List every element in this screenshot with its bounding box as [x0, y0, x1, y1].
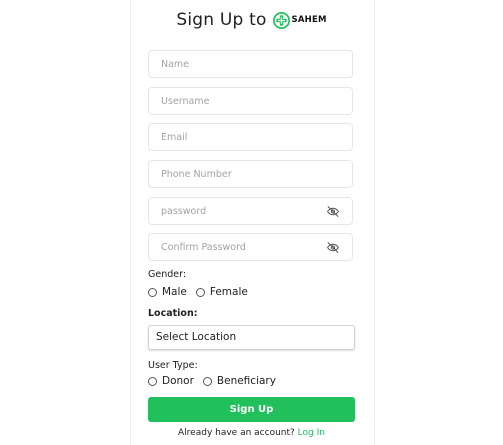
- eye-slash-icon[interactable]: [326, 205, 340, 218]
- radio-circle-icon[interactable]: [148, 376, 157, 386]
- medical-cross-logo-icon: [272, 11, 290, 29]
- user-type-option-label: Beneficiary: [216, 375, 276, 387]
- gender-option-male[interactable]: Male: [148, 286, 187, 298]
- gender-option-label: Male: [162, 286, 187, 298]
- email-field-wrapper: [148, 123, 353, 151]
- signup-header: Sign Up to SAHEM: [130, 10, 373, 30]
- password-field-wrapper: [148, 197, 353, 225]
- sign-up-button[interactable]: Sign Up: [148, 397, 355, 422]
- gender-option-label: Female: [209, 286, 248, 298]
- radio-circle-icon[interactable]: [202, 376, 212, 386]
- user-type-option-label: Donor: [162, 375, 194, 387]
- login-link[interactable]: Log In: [298, 428, 325, 438]
- username-input[interactable]: [161, 88, 321, 114]
- page-title: Sign Up to: [176, 10, 267, 30]
- name-field-wrapper: [148, 50, 353, 78]
- confirm-password-input[interactable]: [161, 234, 321, 260]
- eye-slash-icon[interactable]: [326, 241, 340, 254]
- gender-radio-group: Male Female: [148, 286, 248, 298]
- confirm-password-field-wrapper: [148, 233, 353, 261]
- logo-text: SAHEM: [291, 15, 327, 25]
- email-input[interactable]: [161, 124, 321, 150]
- gender-option-female[interactable]: Female: [195, 286, 248, 298]
- login-prompt-text: Already have an account?: [178, 428, 295, 438]
- gender-label: Gender:: [148, 269, 187, 280]
- login-prompt: Already have an account? Log In: [130, 428, 373, 438]
- user-type-option-beneficiary[interactable]: Beneficiary: [202, 375, 276, 387]
- user-type-radio-group: Donor Beneficiary: [148, 375, 276, 387]
- phone-field-wrapper: [148, 160, 353, 188]
- username-field-wrapper: [148, 87, 353, 115]
- radio-circle-icon[interactable]: [148, 287, 157, 297]
- radio-circle-icon[interactable]: [195, 287, 205, 297]
- user-type-option-donor[interactable]: Donor: [148, 375, 194, 387]
- user-type-label: User Type:: [148, 360, 198, 371]
- location-label: Location:: [148, 308, 198, 319]
- phone-input[interactable]: [161, 161, 321, 187]
- password-input[interactable]: [161, 198, 321, 224]
- page: Sign Up to SAHEM Name Username Email Pho…: [0, 0, 503, 445]
- location-select[interactable]: Select Location: [148, 325, 355, 350]
- logo: SAHEM: [272, 11, 327, 29]
- name-input[interactable]: [161, 51, 321, 77]
